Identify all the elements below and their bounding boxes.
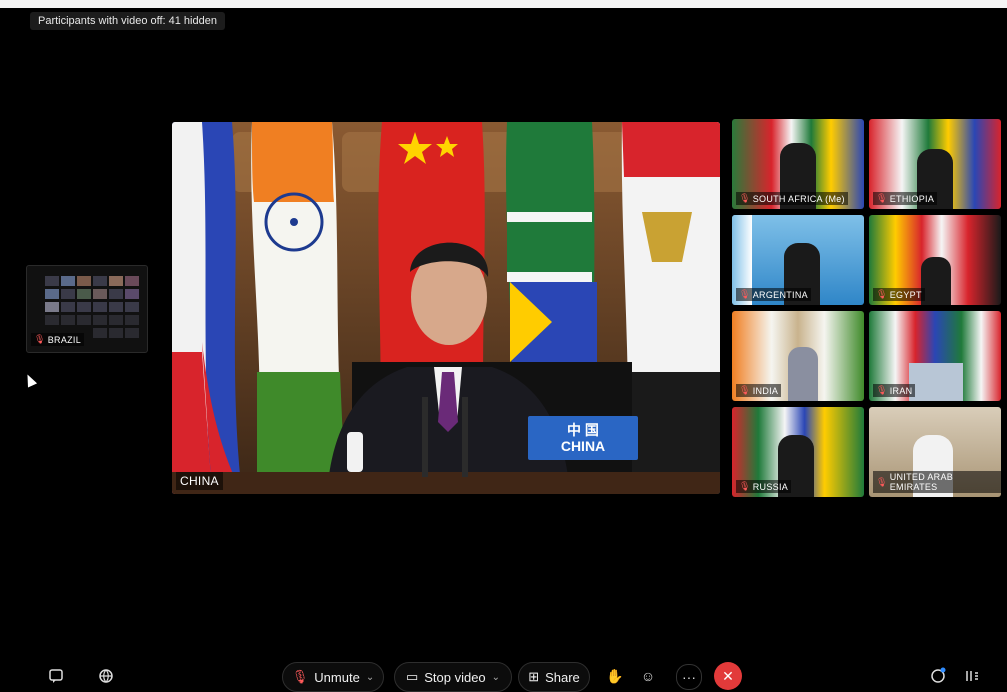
chevron-down-icon[interactable]: ⌄ (492, 672, 500, 683)
participant-label: 🎙 ARGENTINA (736, 288, 811, 301)
meeting-toolbar: 🎙 Unmute ⌄ ▭ Stop video ⌄ ⊞ Share ✋ ☺ ··… (0, 660, 1007, 692)
participant-tile-argentina[interactable]: 🎙 ARGENTINA (732, 215, 864, 305)
chat-icon[interactable] (44, 664, 68, 688)
share-button[interactable]: ⊞ Share (518, 662, 590, 692)
unmute-label: Unmute (314, 669, 360, 685)
share-label: Share (545, 669, 580, 685)
participant-figure (921, 257, 951, 305)
window-top-edge (0, 0, 1007, 8)
mic-off-icon: 🎙 (291, 669, 309, 684)
mic-muted-icon: 🎙 (739, 289, 751, 299)
participant-tile-iran[interactable]: 🎙 IRAN (869, 311, 1001, 401)
participant-label: 🎙 INDIA (736, 384, 782, 397)
participant-label: 🎙 UNITED ARAB EMIRATES (873, 471, 1001, 493)
participant-tile-ethiopia[interactable]: 🎙 ETHIOPIA (869, 119, 1001, 209)
side-tile-label: 🎙 BRAZIL (31, 333, 85, 346)
mouse-cursor-icon (22, 372, 38, 388)
mic-muted-icon: 🎙 (876, 385, 888, 395)
stop-video-label: Stop video (424, 669, 486, 685)
main-speaker-label: CHINA (176, 472, 223, 490)
mic-muted-icon: 🎙 (739, 385, 751, 395)
share-icon: ⊞ (528, 669, 540, 684)
participant-tile-russia[interactable]: 🎙 RUSSIA (732, 407, 864, 497)
main-speaker-video[interactable]: 中 国 CHINA CHINA (172, 122, 720, 494)
nameplate-english: CHINA (560, 438, 606, 454)
participant-label: 🎙 ETHIOPIA (873, 192, 938, 205)
end-call-button[interactable]: ✕ (714, 662, 742, 690)
participant-tile-india[interactable]: 🎙 INDIA (732, 311, 864, 401)
side-tile-brazil[interactable]: 🎙 BRAZIL (26, 265, 148, 353)
mic-muted-icon: 🎙 (876, 289, 888, 299)
hidden-participants-notice: Participants with video off: 41 hidden (30, 12, 225, 30)
mic-muted-icon: 🎙 (876, 476, 888, 487)
participant-figure (909, 363, 963, 401)
reactions-icon[interactable]: ☺ (636, 664, 660, 688)
country-nameplate: 中 国 CHINA (528, 416, 638, 460)
participant-label: 🎙 RUSSIA (736, 480, 792, 493)
participants-panel-icon[interactable] (960, 664, 984, 688)
more-options-button[interactable]: ··· (676, 664, 702, 690)
globe-icon[interactable] (94, 664, 118, 688)
mic-muted-icon: 🎙 (34, 334, 46, 344)
participant-label: 🎙 SOUTH AFRICA (Me) (736, 192, 848, 205)
mic-muted-icon: 🎙 (876, 193, 888, 203)
raise-hand-icon[interactable]: ✋ (603, 664, 627, 688)
video-camera-icon: ▭ (405, 669, 419, 684)
participant-tile-uae[interactable]: 🎙 UNITED ARAB EMIRATES (869, 407, 1001, 497)
participant-figure (788, 347, 818, 401)
participant-label: 🎙 EGYPT (873, 288, 925, 301)
mic-muted-icon: 🎙 (739, 193, 751, 203)
mic-muted-icon: 🎙 (739, 481, 751, 491)
chat-bubble-icon[interactable] (926, 664, 950, 688)
nameplate-chinese: 中 国 (567, 422, 599, 438)
participant-label: 🎙 IRAN (873, 384, 916, 397)
unmute-button[interactable]: 🎙 Unmute ⌄ (282, 662, 384, 692)
stop-video-button[interactable]: ▭ Stop video ⌄ (394, 662, 512, 692)
chevron-down-icon[interactable]: ⌄ (366, 672, 374, 683)
participant-tile-south-africa[interactable]: 🎙 SOUTH AFRICA (Me) (732, 119, 864, 209)
participant-tile-egypt[interactable]: 🎙 EGYPT (869, 215, 1001, 305)
